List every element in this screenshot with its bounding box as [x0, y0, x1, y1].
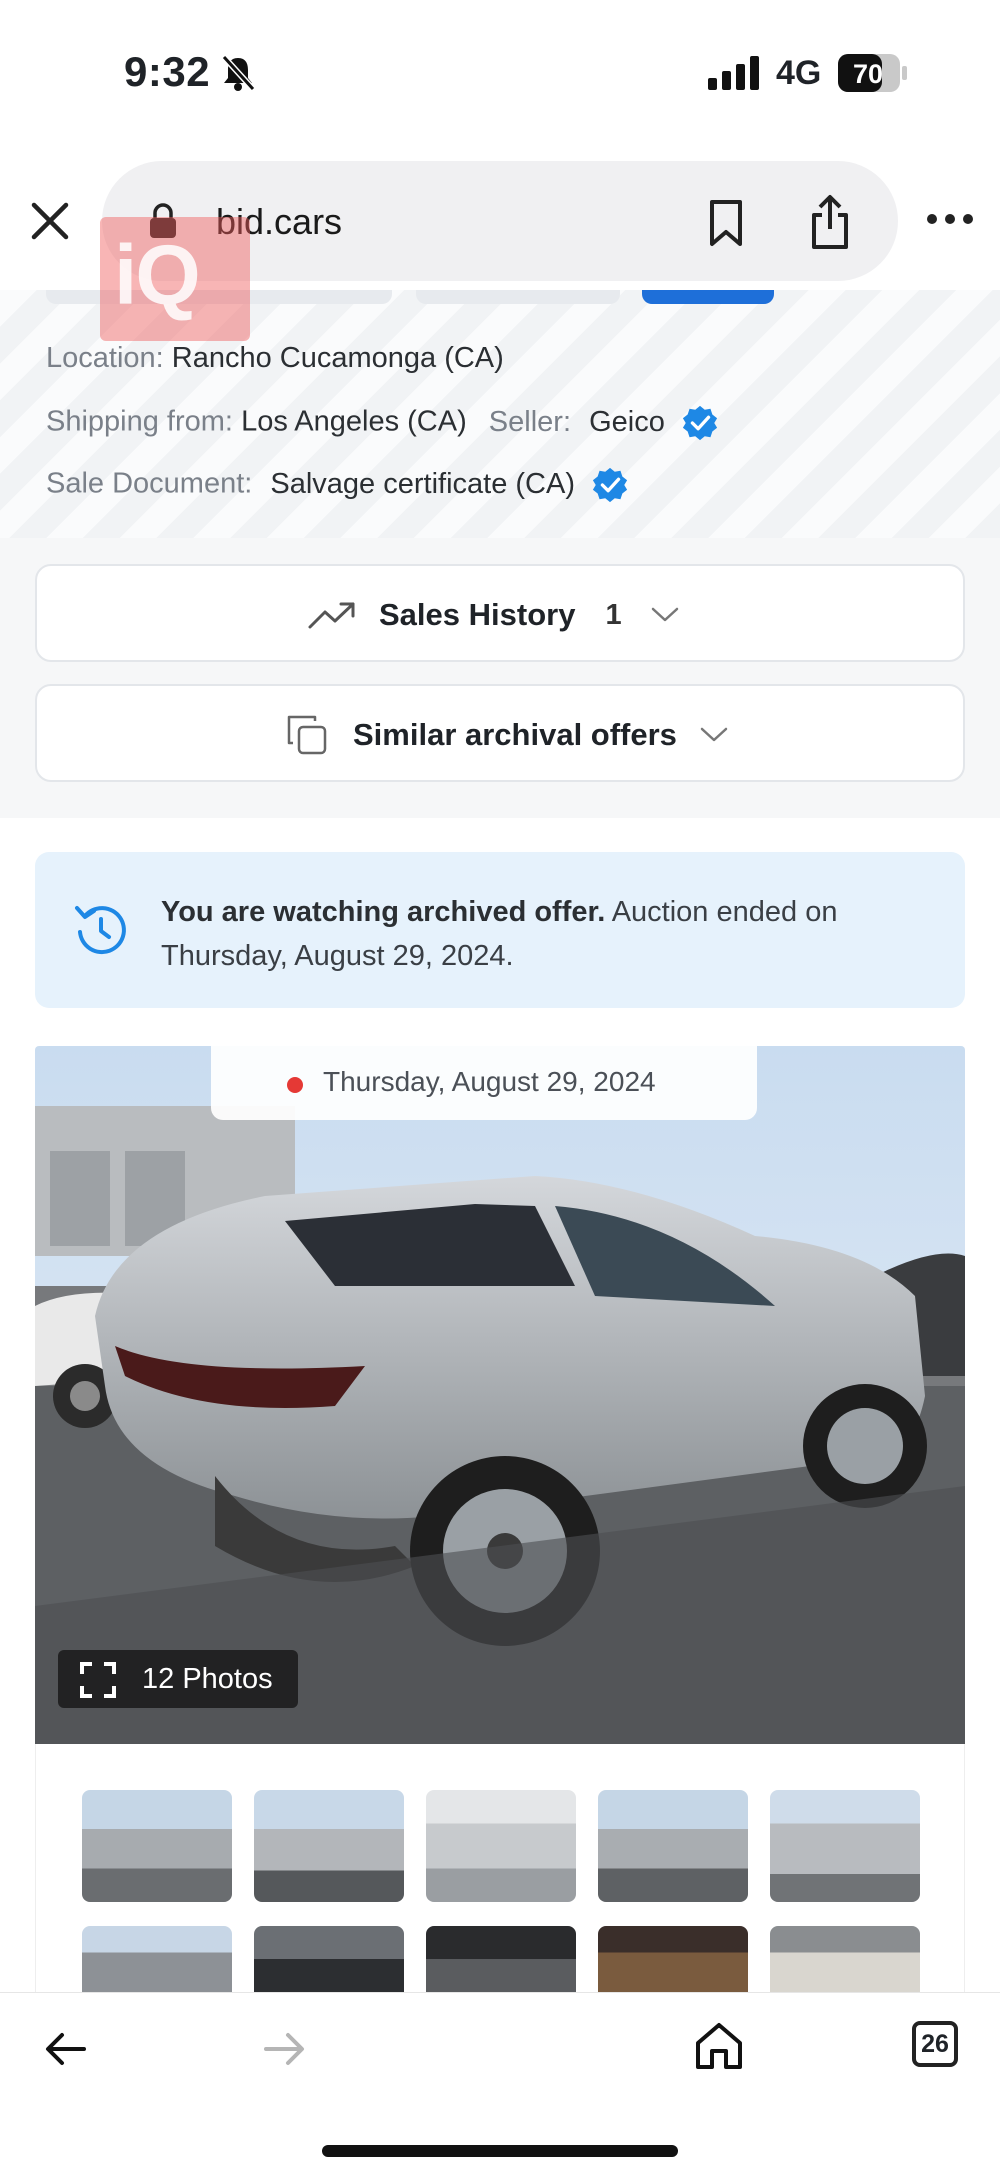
location-row: Location: Rancho Cucamonga (CA): [46, 342, 504, 375]
battery-icon: 70: [838, 54, 907, 92]
similar-offers-label: Similar archival offers: [353, 717, 677, 752]
seller-label: Seller:: [488, 405, 571, 438]
auction-date-chip: Thursday, August 29, 2024: [211, 1046, 757, 1120]
alert-bold-text: You are watching archived offer.: [161, 896, 606, 928]
photo-thumbnail[interactable]: [254, 1926, 404, 1992]
sale-document-row: Sale Document: Salvage certificate (CA): [46, 466, 629, 504]
location-label: Location:: [46, 342, 164, 374]
close-icon[interactable]: [28, 199, 72, 243]
photo-thumbnail[interactable]: [82, 1926, 232, 1992]
auction-date: Thursday, August 29, 2024: [323, 1066, 656, 1097]
photo-thumbnail[interactable]: [598, 1926, 748, 1992]
shipping-row: Shipping from: Los Angeles (CA) Seller: …: [46, 404, 719, 442]
location-value: Rancho Cucamonga (CA): [171, 342, 504, 374]
alert-text: You are watching archived offer. Auction…: [161, 890, 921, 978]
tab-stub[interactable]: [416, 290, 620, 304]
trending-up-icon: [308, 602, 355, 629]
network-label: 4G: [776, 54, 822, 92]
photos-count: 12 Photos: [142, 1663, 273, 1695]
home-icon[interactable]: [694, 2021, 744, 2071]
tab-stub-active[interactable]: [642, 290, 774, 304]
archived-offer-alert: You are watching archived offer. Auction…: [35, 852, 965, 1008]
status-dot: [287, 1077, 303, 1093]
vehicle-photo-image: [35, 1046, 965, 1744]
watermark-logo: iQ: [100, 217, 250, 341]
chevron-down-icon: [651, 607, 678, 622]
seller-value: Geico: [589, 405, 665, 438]
verified-badge-icon: [592, 467, 628, 503]
similar-offers-button[interactable]: Similar archival offers: [35, 684, 965, 782]
sales-history-button[interactable]: Sales History 1: [35, 564, 965, 662]
share-icon[interactable]: [808, 193, 852, 251]
sale-document-value: Salvage certificate (CA): [270, 467, 576, 500]
view-photos-button[interactable]: 12 Photos: [58, 1650, 298, 1708]
sales-history-count: 1: [605, 598, 622, 631]
more-options-icon[interactable]: [924, 211, 976, 227]
signal-icon: [708, 56, 759, 90]
battery-level: 70: [853, 59, 883, 89]
sales-history-label: Sales History: [379, 597, 576, 632]
chevron-down-icon: [700, 727, 728, 742]
bell-slash-icon: [221, 54, 256, 92]
photo-thumbnail[interactable]: [426, 1790, 576, 1902]
photo-thumbnail[interactable]: [82, 1790, 232, 1902]
status-bar: 9:32 4G 70: [0, 0, 1000, 150]
home-indicator: [322, 2145, 678, 2157]
photo-thumbnail[interactable]: [254, 1790, 404, 1902]
photo-thumbnail[interactable]: [598, 1790, 748, 1902]
photo-thumbnail[interactable]: [426, 1926, 576, 1992]
photo-thumbnail[interactable]: [770, 1926, 920, 1992]
verified-badge-icon: [682, 405, 717, 441]
bookmark-icon[interactable]: [706, 199, 746, 247]
browser-bottom-nav: 26: [0, 1992, 1000, 2172]
photo-thumbnail[interactable]: [770, 1790, 920, 1902]
status-time: 9:32: [124, 48, 211, 95]
main-vehicle-photo[interactable]: [35, 1046, 965, 1744]
sale-document-label: Sale Document:: [46, 467, 253, 500]
forward-arrow-icon[interactable]: [262, 2031, 306, 2067]
history-icon: [75, 906, 126, 955]
fullscreen-icon: [80, 1662, 116, 1698]
shipping-value: Los Angeles (CA): [241, 405, 467, 438]
shipping-label: Shipping from:: [46, 405, 233, 438]
tabs-button[interactable]: 26: [912, 2021, 958, 2067]
thumbnail-gallery: [35, 1744, 965, 1994]
copy-icon: [287, 715, 327, 755]
history-section: Sales History 1 Similar archival offers: [0, 538, 1000, 818]
back-arrow-icon[interactable]: [44, 2031, 88, 2067]
